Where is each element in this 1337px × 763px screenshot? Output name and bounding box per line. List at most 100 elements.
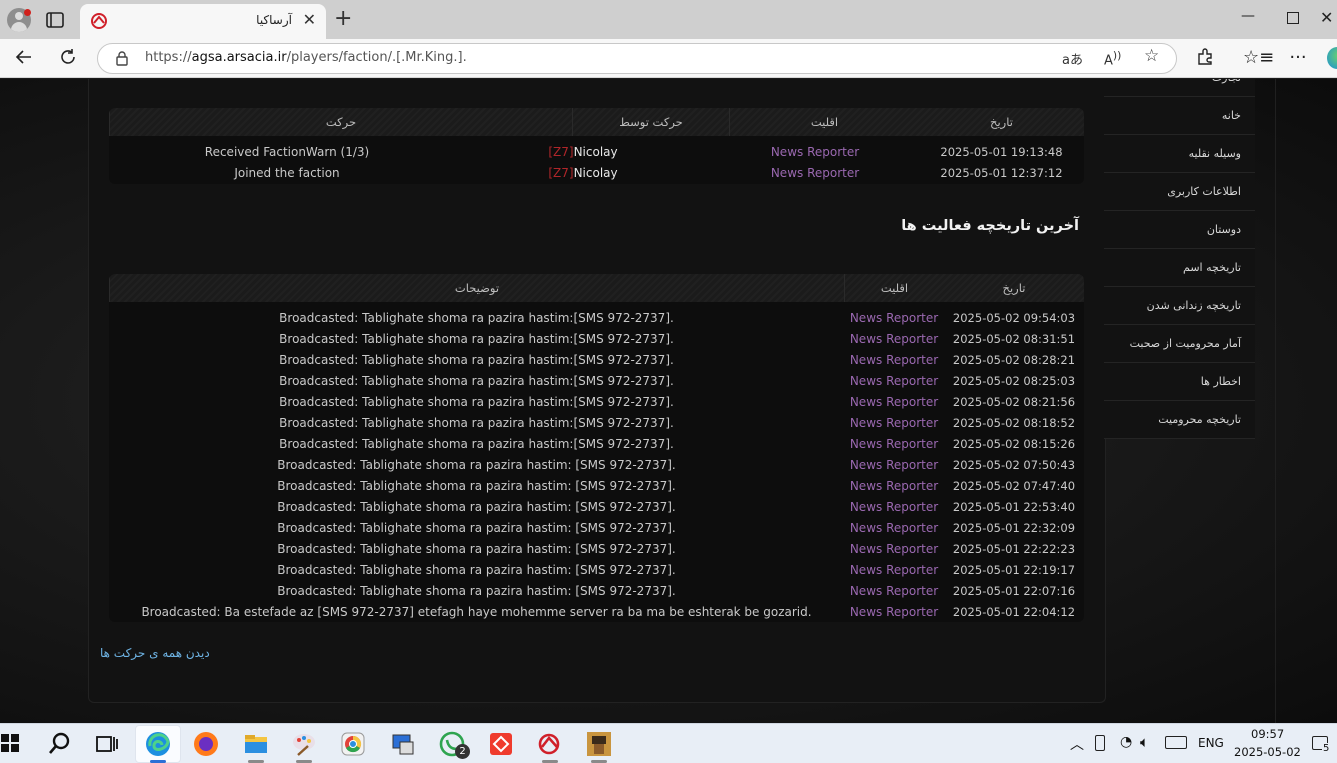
remote-desktop-icon[interactable] xyxy=(389,730,417,758)
row-rank: News Reporter xyxy=(849,458,939,472)
row-description: Broadcasted: Tablighate shoma ra pazira … xyxy=(279,332,674,346)
table-row: 2025-05-02 08:25:03 News Reporter Broadcas… xyxy=(109,371,1084,392)
table-row: 2025-05-02 09:54:03 News Reporter Broadcas… xyxy=(109,308,1084,329)
sidebar-item-ban-history[interactable]: تاریخچه محرومیت xyxy=(1104,401,1255,439)
row-action-by[interactable]: [Z7]Nicolay xyxy=(513,163,653,184)
table-row: 2025-05-02 08:21:56 News Reporter Broadcas… xyxy=(109,392,1084,413)
browser-titlebar: آرساکیا ✕ + — ✕ xyxy=(0,0,1337,39)
refresh-icon[interactable] xyxy=(57,47,79,69)
tab-actions-icon[interactable] xyxy=(44,9,66,31)
whatsapp-badge: 2 xyxy=(455,744,470,759)
table-header: تاریخ اقلیت توضیحات xyxy=(109,274,1084,302)
row-rank: News Reporter xyxy=(770,166,860,180)
row-rank: News Reporter xyxy=(849,416,939,430)
table-row: 2025-05-01 22:53:40 News Reporter Broadcas… xyxy=(109,497,1084,518)
game-app-icon[interactable] xyxy=(585,730,613,758)
row-date: 2025-05-02 08:31:51 xyxy=(952,332,1076,346)
row-rank: News Reporter xyxy=(849,311,939,325)
row-date: 2025-05-02 08:21:56 xyxy=(952,395,1076,409)
row-description: Broadcasted: Tablighate shoma ra pazira … xyxy=(279,437,674,451)
row-description: Broadcasted: Ba estefade az [SMS 972-273… xyxy=(141,605,812,619)
tab-title: آرساکیا xyxy=(256,13,292,27)
copilot-icon[interactable] xyxy=(1327,47,1337,69)
new-tab-icon[interactable]: + xyxy=(334,8,352,30)
activity-rows: 2025-05-02 09:54:03 News Reporter Broadcas… xyxy=(109,308,1084,622)
row-date: 2025-05-01 22:22:23 xyxy=(952,542,1076,556)
file-explorer-icon[interactable] xyxy=(242,730,270,758)
table-row: 2025-05-01 19:13:48 News Reporter [Z7]Ni… xyxy=(109,142,1084,163)
sidebar-item-trade[interactable]: تجارت xyxy=(1104,79,1255,97)
maximize-icon[interactable] xyxy=(1287,12,1299,24)
sidebar-item-friends[interactable]: دوستان xyxy=(1104,211,1255,249)
table-row: 2025-05-02 07:50:43 News Reporter Broadcas… xyxy=(109,455,1084,476)
url-host: agsa.arsacia.ir xyxy=(191,50,287,65)
extensions-icon[interactable] xyxy=(1194,47,1216,69)
row-description: Broadcasted: Tablighate shoma ra pazira … xyxy=(277,521,676,535)
profile-sidebar: تجارت خانه وسیله نقلیه اطلاعات کاربری دو… xyxy=(1104,79,1255,439)
col-action: حرکت xyxy=(109,108,572,136)
row-date: 2025-05-01 22:04:12 xyxy=(952,605,1076,619)
more-menu-icon[interactable]: ··· xyxy=(1287,47,1309,69)
clock-time[interactable]: 09:57 xyxy=(1251,727,1284,741)
browser-tab-active[interactable]: آرساکیا ✕ xyxy=(80,4,326,39)
favorites-icon[interactable]: ☆≡ xyxy=(1243,47,1274,69)
table-row: 2025-05-01 22:07:16 News Reporter Broadcas… xyxy=(109,581,1084,602)
firefox-icon[interactable] xyxy=(192,730,220,758)
search-icon[interactable] xyxy=(46,730,74,758)
sidebar-item-vehicles[interactable]: وسیله نقلیه xyxy=(1104,135,1255,173)
usb-device-icon[interactable] xyxy=(1095,735,1105,751)
row-rank: News Reporter xyxy=(849,521,939,535)
sidebar-item-user-info[interactable]: اطلاعات کاربری xyxy=(1104,173,1255,211)
col-rank: اقلیت xyxy=(729,108,919,136)
table-row: 2025-05-02 08:15:26 News Reporter Broadcas… xyxy=(109,434,1084,455)
paint-app-icon[interactable] xyxy=(290,730,318,758)
site-favicon-icon xyxy=(91,13,107,29)
table-header: تاریخ اقلیت حرکت توسط حرکت xyxy=(109,108,1084,136)
minimize-icon[interactable]: — xyxy=(1241,8,1255,24)
row-rank: News Reporter xyxy=(849,437,939,451)
chromium-app-icon[interactable] xyxy=(339,730,367,758)
row-rank: News Reporter xyxy=(849,332,939,346)
task-view-icon[interactable] xyxy=(93,730,121,758)
row-rank: News Reporter xyxy=(849,374,939,388)
favorite-star-icon[interactable]: ☆ xyxy=(1144,46,1159,66)
sidebar-item-jail-history[interactable]: تاریخچه زندانی شدن xyxy=(1104,287,1255,325)
tab-close-icon[interactable]: ✕ xyxy=(303,10,316,29)
row-description: Broadcasted: Tablighate shoma ra pazira … xyxy=(277,479,676,493)
table-row: 2025-05-02 08:18:52 News Reporter Broadcas… xyxy=(109,413,1084,434)
row-action-by[interactable]: [Z7]Nicolay xyxy=(513,142,653,163)
network-icon[interactable]: ◔ xyxy=(1120,734,1132,750)
translate-icon[interactable]: aあ xyxy=(1062,49,1083,68)
col-rank: اقلیت xyxy=(844,274,944,302)
edge-browser-icon[interactable] xyxy=(144,730,172,758)
url-path: /players/faction/.[.Mr.King.]. xyxy=(286,50,467,65)
row-description: Broadcasted: Tablighate shoma ra pazira … xyxy=(277,584,676,598)
start-windows-icon[interactable] xyxy=(0,733,20,753)
table-row: 2025-05-02 08:28:21 News Reporter Broadcas… xyxy=(109,350,1084,371)
input-language[interactable]: ENG xyxy=(1198,736,1224,750)
anydesk-icon[interactable] xyxy=(487,730,515,758)
back-icon[interactable] xyxy=(13,47,35,69)
view-all-actions-link[interactable]: دیدن همه ی حرکت ها xyxy=(100,646,210,660)
lock-icon[interactable] xyxy=(114,50,130,66)
sidebar-item-name-history[interactable]: تاریخچه اسم xyxy=(1104,249,1255,287)
col-action-by: حرکت توسط xyxy=(572,108,729,136)
clock-date[interactable]: 2025-05-02 xyxy=(1234,745,1301,759)
browser-navbar: https://agsa.arsacia.ir/players/faction/… xyxy=(0,39,1337,78)
sidebar-item-home[interactable]: خانه xyxy=(1104,97,1255,135)
volume-icon[interactable]: 🔈︎ xyxy=(1140,733,1149,751)
faction-actions-table: تاریخ اقلیت حرکت توسط حرکت 2025-05-01 19… xyxy=(109,108,1084,184)
row-description: Broadcasted: Tablighate shoma ra pazira … xyxy=(279,416,674,430)
address-bar[interactable]: https://agsa.arsacia.ir/players/faction/… xyxy=(97,43,1177,74)
sidebar-item-mute-stats[interactable]: آمار محرومیت از صحبت xyxy=(1104,325,1255,363)
keyboard-icon[interactable] xyxy=(1165,736,1187,749)
url-text[interactable]: https://agsa.arsacia.ir/players/faction/… xyxy=(145,50,467,65)
show-hidden-icons-chevron-icon[interactable]: ︿ xyxy=(1070,734,1084,754)
windows-taskbar: 2 ︿ ◔ 🔈︎ ENG 09:57 2025-05-02 5 xyxy=(0,723,1337,763)
read-aloud-icon[interactable]: A)) xyxy=(1104,49,1121,68)
window-close-icon[interactable]: ✕ xyxy=(1320,8,1333,27)
arsacia-app-icon[interactable] xyxy=(536,730,564,758)
row-date: 2025-05-01 22:19:17 xyxy=(952,563,1076,577)
sidebar-item-warnings[interactable]: اخطار ها xyxy=(1104,363,1255,401)
row-rank: News Reporter xyxy=(849,479,939,493)
